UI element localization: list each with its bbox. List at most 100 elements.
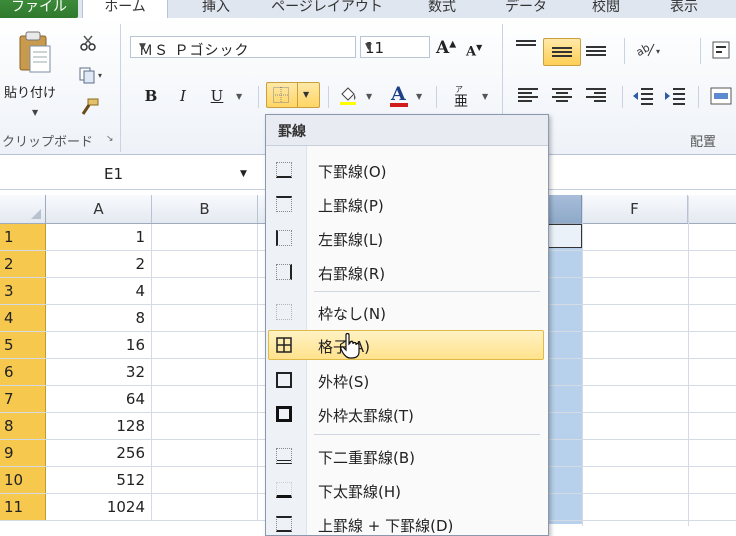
- italic-button[interactable]: I: [172, 85, 194, 107]
- menu-item-top-and-bottom-border[interactable]: 上罫線 + 下罫線(D): [268, 509, 544, 535]
- cell-b[interactable]: [152, 494, 258, 520]
- align-center-icon[interactable]: [552, 88, 572, 104]
- row-header[interactable]: 7: [0, 386, 46, 412]
- row-header[interactable]: 5: [0, 332, 46, 358]
- divider: [698, 86, 699, 108]
- cell-a[interactable]: 64: [46, 386, 152, 412]
- cell-a[interactable]: 256: [46, 440, 152, 466]
- align-top-icon[interactable]: [516, 40, 536, 56]
- cell-a[interactable]: 512: [46, 467, 152, 493]
- tab-file[interactable]: ファイル: [0, 0, 78, 18]
- cell-b[interactable]: [152, 413, 258, 439]
- cell-a[interactable]: 2: [46, 251, 152, 277]
- font-size-select[interactable]: 11 ▼: [360, 36, 430, 58]
- underline-dropdown-icon[interactable]: ▼: [236, 92, 242, 101]
- cell-b[interactable]: [152, 305, 258, 331]
- menu-item-right-border[interactable]: 右罫線(R): [268, 257, 544, 287]
- menu-item-label: 枠なし(N): [318, 305, 386, 323]
- row-header[interactable]: 10: [0, 467, 46, 493]
- cell-a[interactable]: 128: [46, 413, 152, 439]
- cell-b[interactable]: [152, 467, 258, 493]
- tab-formulas[interactable]: 数式: [420, 0, 464, 18]
- cell-b[interactable]: [152, 224, 258, 250]
- orientation-icon[interactable]: ab ▾: [634, 40, 664, 60]
- align-right-icon[interactable]: [586, 88, 606, 104]
- font-color-dropdown-icon[interactable]: ▼: [416, 92, 422, 101]
- tab-insert[interactable]: 挿入: [186, 0, 246, 18]
- row-header[interactable]: 6: [0, 359, 46, 385]
- menu-item-left-border[interactable]: 左罫線(L): [268, 223, 544, 253]
- menu-item-all-borders[interactable]: 格子(A): [268, 330, 544, 360]
- format-painter-icon[interactable]: [80, 98, 100, 116]
- grow-font-icon[interactable]: A▲: [436, 38, 456, 58]
- font-color-icon[interactable]: A: [388, 82, 410, 108]
- all-borders-icon: [276, 337, 292, 353]
- decrease-indent-icon[interactable]: [632, 86, 654, 106]
- column-header-e[interactable]: [546, 195, 582, 223]
- copy-icon[interactable]: ▾: [78, 66, 102, 84]
- active-cell-e1[interactable]: [546, 224, 582, 248]
- cell-b[interactable]: [152, 440, 258, 466]
- chevron-down-icon[interactable]: ▼: [240, 169, 247, 179]
- menu-item-bottom-double-border[interactable]: 下二重罫線(B): [268, 441, 544, 471]
- cell-a[interactable]: 1024: [46, 494, 152, 520]
- align-bottom-icon[interactable]: [586, 46, 606, 62]
- name-box[interactable]: E1 ▼: [0, 163, 260, 187]
- tab-page-layout[interactable]: ページレイアウト: [262, 0, 392, 18]
- merge-center-icon[interactable]: [710, 86, 732, 106]
- cut-icon[interactable]: [78, 34, 98, 52]
- chevron-down-icon: ▼: [365, 42, 372, 52]
- dialog-launcher-icon[interactable]: ↘: [106, 134, 114, 144]
- cell-b[interactable]: [152, 332, 258, 358]
- cell-a[interactable]: 16: [46, 332, 152, 358]
- align-middle-button[interactable]: [543, 38, 581, 66]
- borders-button[interactable]: ▼: [266, 82, 320, 108]
- cell-b[interactable]: [152, 386, 258, 412]
- select-all-button[interactable]: [0, 195, 46, 223]
- menu-item-thick-box-border[interactable]: 外枠太罫線(T): [268, 399, 544, 429]
- align-left-icon[interactable]: [518, 88, 538, 104]
- cell-a[interactable]: 8: [46, 305, 152, 331]
- increase-indent-icon[interactable]: [664, 86, 686, 106]
- paste-dropdown-icon[interactable]: ▼: [32, 108, 38, 117]
- phonetic-dropdown-icon[interactable]: ▼: [482, 92, 488, 101]
- svg-text:A: A: [390, 83, 406, 105]
- column-header-a[interactable]: A: [46, 195, 152, 223]
- row-header[interactable]: 4: [0, 305, 46, 331]
- paste-button-label[interactable]: 貼り付け: [4, 82, 56, 101]
- wrap-text-icon[interactable]: [712, 40, 732, 60]
- cell-b[interactable]: [152, 278, 258, 304]
- cell-a[interactable]: 32: [46, 359, 152, 385]
- menu-item-no-border[interactable]: 枠なし(N): [268, 297, 544, 327]
- fill-color-icon[interactable]: [338, 84, 358, 106]
- cell-b[interactable]: [152, 359, 258, 385]
- cell-a[interactable]: 4: [46, 278, 152, 304]
- bold-button[interactable]: B: [140, 85, 162, 107]
- cell-b[interactable]: [152, 251, 258, 277]
- row-header[interactable]: 3: [0, 278, 46, 304]
- tab-home[interactable]: ホーム: [82, 0, 168, 18]
- underline-button[interactable]: U: [206, 85, 228, 107]
- fill-color-dropdown-icon[interactable]: ▼: [366, 92, 372, 101]
- menu-item-outside-borders[interactable]: 外枠(S): [268, 365, 544, 395]
- cell-a[interactable]: 1: [46, 224, 152, 250]
- shrink-font-icon[interactable]: A▼: [466, 42, 482, 59]
- menu-item-top-border[interactable]: 上罫線(P): [268, 189, 544, 219]
- phonetic-icon[interactable]: ア亜: [452, 84, 472, 110]
- column-header-b[interactable]: B: [152, 195, 258, 223]
- tab-view[interactable]: 表示: [662, 0, 706, 18]
- column-header-f[interactable]: F: [582, 195, 688, 223]
- paste-icon[interactable]: [14, 30, 56, 76]
- column-header-g[interactable]: [688, 195, 736, 223]
- tab-review[interactable]: 校閲: [584, 0, 628, 18]
- row-header[interactable]: 2: [0, 251, 46, 277]
- row-header[interactable]: 1: [0, 224, 46, 250]
- menu-item-bottom-border[interactable]: 下罫線(O): [268, 155, 544, 185]
- menu-item-thick-bottom-border[interactable]: 下太罫線(H): [268, 475, 544, 505]
- tab-data[interactable]: データ: [496, 0, 556, 18]
- row-header[interactable]: 8: [0, 413, 46, 439]
- row-header[interactable]: 9: [0, 440, 46, 466]
- row-header[interactable]: 11: [0, 494, 46, 520]
- font-name-select[interactable]: ＭＳ Ｐゴシック ▼: [130, 36, 356, 59]
- divider: [258, 86, 259, 108]
